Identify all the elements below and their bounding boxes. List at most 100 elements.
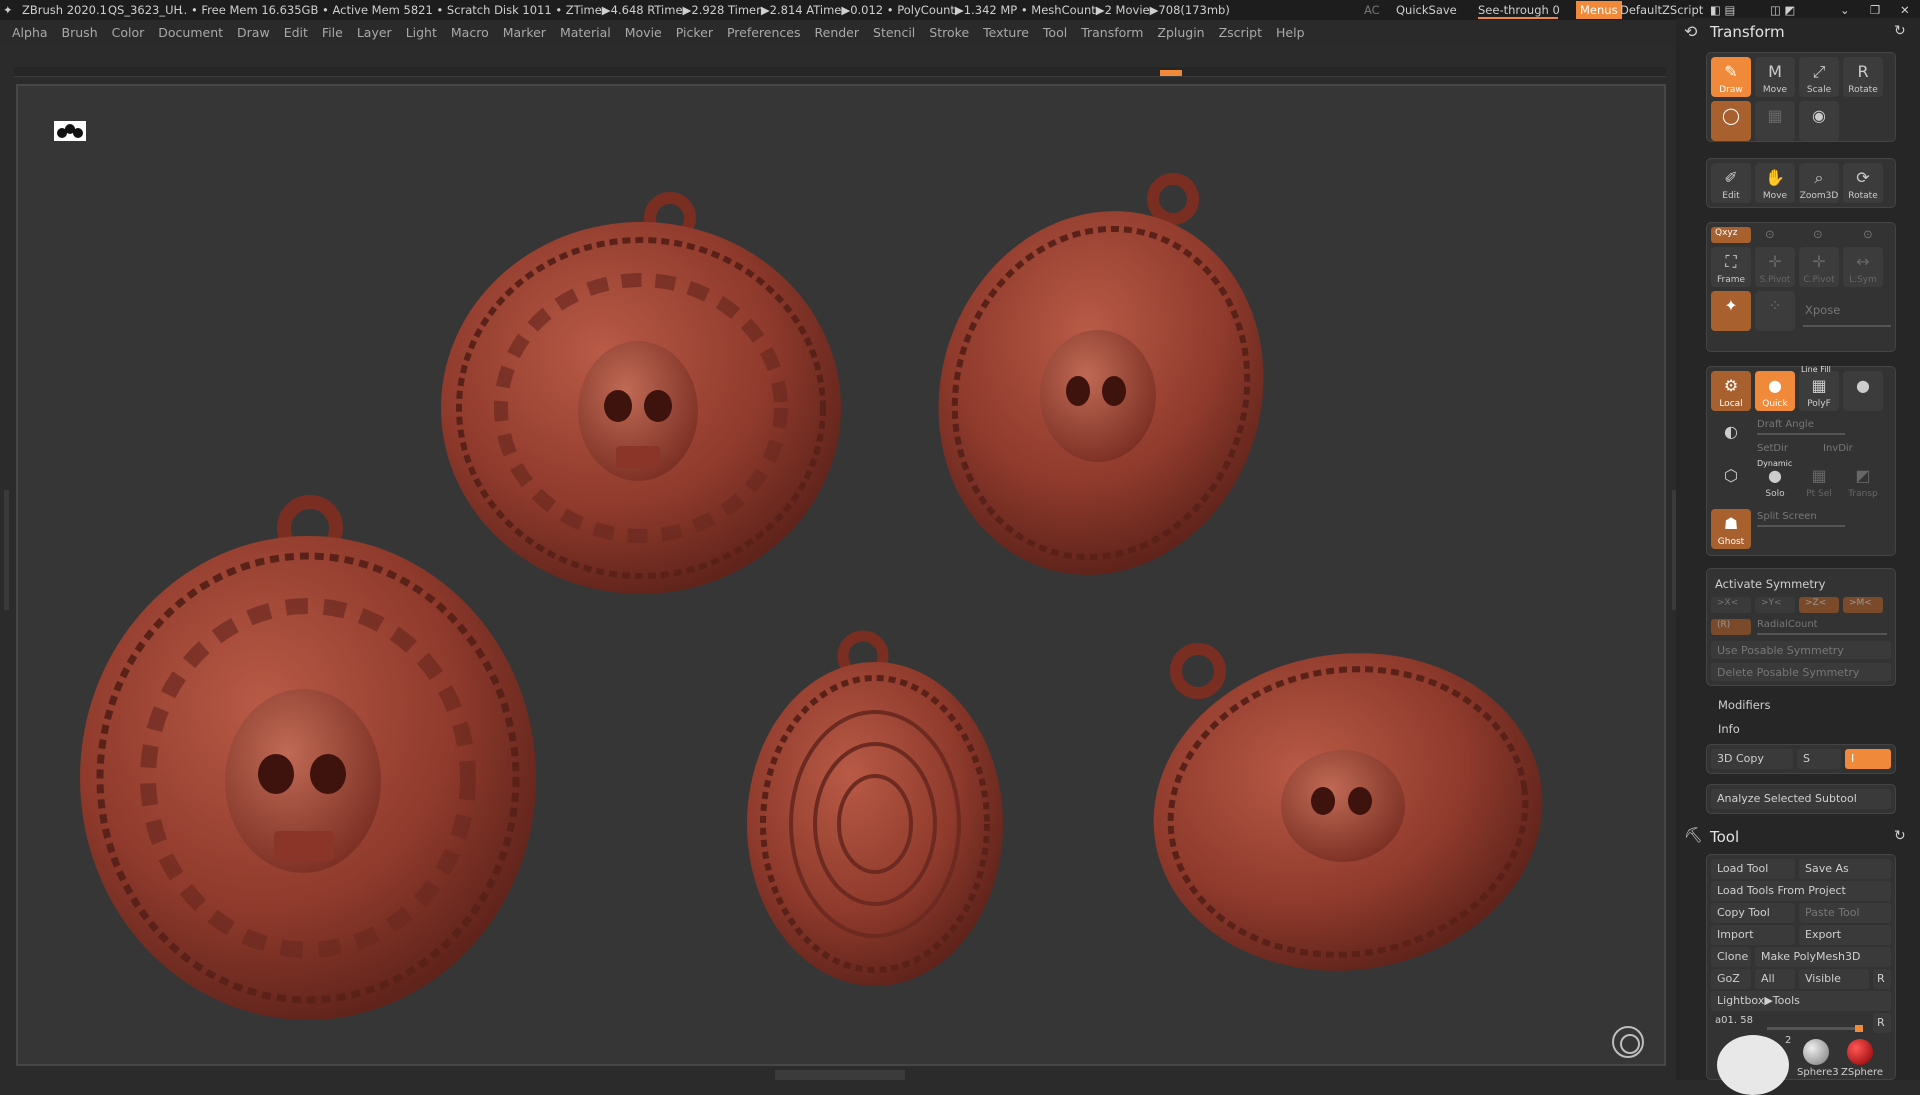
menu-marker[interactable]: Marker	[503, 25, 546, 40]
layout-icon[interactable]: ◧ ▤	[1710, 3, 1735, 17]
move-view-button[interactable]: ✋ Move	[1755, 163, 1795, 203]
clone-button[interactable]: Clone	[1711, 947, 1751, 967]
x-sym-button[interactable]: ✦	[1711, 291, 1751, 331]
menu-alpha[interactable]: Alpha	[12, 25, 48, 40]
radialcount-slider[interactable]	[1757, 633, 1887, 635]
goz-r-button[interactable]: R	[1873, 969, 1891, 989]
setdir-button[interactable]: SetDir	[1757, 443, 1788, 454]
snapshot-camera-icon[interactable]: ◉	[1799, 101, 1839, 141]
menu-macro[interactable]: Macro	[451, 25, 489, 40]
frame-button[interactable]: ⛶ Frame	[1711, 247, 1751, 287]
local-button[interactable]: ⚙ Local	[1711, 371, 1751, 411]
sym-z-toggle[interactable]: >Z<	[1799, 597, 1839, 613]
goz-button[interactable]: GoZ	[1711, 969, 1751, 989]
left-tray-handle[interactable]	[4, 490, 9, 610]
xyz-toggle[interactable]: Qxyz	[1711, 227, 1751, 243]
xpose-slider[interactable]	[1803, 325, 1891, 327]
info-button[interactable]: Info	[1718, 722, 1740, 736]
modifiers-button[interactable]: Modifiers	[1718, 698, 1771, 712]
persp-cube-icon[interactable]: ⬡	[1711, 461, 1751, 501]
zoom3d-button[interactable]: ⌕ Zoom3D	[1799, 163, 1839, 203]
pt-sel-button[interactable]: ▦ Pt Sel	[1799, 461, 1839, 501]
pendant-top-center[interactable]	[441, 192, 841, 594]
menu-layer[interactable]: Layer	[357, 25, 392, 40]
menu-brush[interactable]: Brush	[62, 25, 98, 40]
menu-file[interactable]: File	[322, 25, 343, 40]
menu-texture[interactable]: Texture	[983, 25, 1029, 40]
s-pivot-button[interactable]: ✛ S.Pivot	[1755, 247, 1795, 287]
menu-stencil[interactable]: Stencil	[873, 25, 915, 40]
load-tools-from-project-button[interactable]: Load Tools From Project	[1711, 881, 1891, 901]
l-sym-button[interactable]: ↔ L.Sym	[1843, 247, 1883, 287]
sym-m-toggle[interactable]: >M<	[1843, 597, 1883, 613]
radial-toggle[interactable]: (R)	[1711, 619, 1751, 635]
xpose-icon[interactable]: ⁘	[1755, 291, 1795, 331]
sym-y-toggle[interactable]: >Y<	[1755, 597, 1795, 613]
rotate-mode-button[interactable]: R Rotate	[1843, 57, 1883, 97]
draw-mode-button[interactable]: ✎ Draw	[1711, 57, 1751, 97]
pendant-bottom-left[interactable]	[80, 495, 536, 1020]
ghost-button[interactable]: ☗ Ghost	[1711, 509, 1751, 549]
see-through-slider[interactable]: See-through 0	[1478, 3, 1560, 19]
pendant-bottom-right[interactable]	[1133, 628, 1563, 995]
menu-color[interactable]: Color	[112, 25, 145, 40]
analyze-selected-subtool-button[interactable]: Analyze Selected Subtool	[1711, 789, 1891, 809]
invdir-button[interactable]: InvDir	[1823, 443, 1853, 454]
save-as-button[interactable]: Save As	[1799, 859, 1891, 879]
bottom-tray-handle[interactable]	[775, 1070, 905, 1080]
tool-reset-icon[interactable]: ↻	[1894, 828, 1906, 844]
menu-help[interactable]: Help	[1276, 25, 1305, 40]
menu-document[interactable]: Document	[158, 25, 223, 40]
pendant-bottom-center[interactable]	[747, 630, 1003, 986]
copy3d-i-button[interactable]: I	[1845, 749, 1891, 769]
tool-title[interactable]: Tool	[1710, 828, 1739, 846]
delete-posable-symmetry-button[interactable]: Delete Posable Symmetry	[1711, 663, 1891, 681]
import-button[interactable]: Import	[1711, 925, 1795, 945]
menu-render[interactable]: Render	[815, 25, 860, 40]
c-pivot-button[interactable]: ✛ C.Pivot	[1799, 247, 1839, 287]
export-button[interactable]: Export	[1799, 925, 1891, 945]
window-layout-icon[interactable]: ◫ ◩	[1770, 3, 1795, 17]
material-icon[interactable]: ◯	[1711, 101, 1751, 141]
quick-button[interactable]: ● Quick	[1755, 371, 1795, 411]
split-screen-slider[interactable]	[1757, 525, 1845, 527]
menu-preferences[interactable]: Preferences	[727, 25, 801, 40]
use-posable-symmetry-button[interactable]: Use Posable Symmetry	[1711, 641, 1891, 659]
menu-movie[interactable]: Movie	[625, 25, 662, 40]
menu-stroke[interactable]: Stroke	[929, 25, 969, 40]
menus-toggle[interactable]: Menus	[1576, 1, 1622, 19]
scale-mode-button[interactable]: ⤢ Scale	[1799, 57, 1839, 97]
make-polymesh3d-button[interactable]: Make PolyMesh3D	[1755, 947, 1891, 967]
zsphere-thumbnail[interactable]	[1847, 1039, 1873, 1065]
rotate-z-icon[interactable]: ⊙	[1863, 227, 1873, 241]
restore-icon[interactable]: ❐	[1870, 3, 1880, 17]
copy3d-s-button[interactable]: S	[1797, 749, 1841, 769]
menu-zscript[interactable]: Zscript	[1219, 25, 1262, 40]
rotate-view-button[interactable]: ⟳ Rotate	[1843, 163, 1883, 203]
sym-x-toggle[interactable]: >X<	[1711, 597, 1751, 613]
paste-tool-button[interactable]: Paste Tool	[1799, 903, 1891, 923]
navigation-gizmo-icon[interactable]	[1612, 1026, 1644, 1058]
transform-reset-icon[interactable]: ↻	[1894, 23, 1906, 39]
draft-angle-slider[interactable]	[1757, 433, 1845, 435]
draft-analysis-icon[interactable]: ◐	[1711, 417, 1751, 457]
shelf-marker[interactable]	[1160, 70, 1182, 76]
menu-tool[interactable]: Tool	[1043, 25, 1067, 40]
menu-transform[interactable]: Transform	[1081, 25, 1143, 40]
menu-material[interactable]: Material	[560, 25, 611, 40]
sphere3-thumbnail[interactable]	[1803, 1039, 1829, 1065]
activate-symmetry-button[interactable]: Activate Symmetry	[1715, 577, 1825, 591]
edit-floor-icon[interactable]: ▦	[1755, 101, 1795, 141]
pendant-top-right[interactable]	[892, 169, 1310, 618]
rotate-y-icon[interactable]: ⊙	[1813, 227, 1823, 241]
edit-button[interactable]: ✐ Edit	[1711, 163, 1751, 203]
current-tool-slider[interactable]	[1767, 1025, 1863, 1032]
copy-tool-button[interactable]: Copy Tool	[1711, 903, 1795, 923]
transform-title[interactable]: Transform	[1710, 23, 1785, 41]
quicksave-button[interactable]: QuickSave	[1396, 3, 1457, 17]
polyf-button[interactable]: ▦ PolyF	[1799, 371, 1839, 411]
menu-picker[interactable]: Picker	[676, 25, 713, 40]
sphere-material-icon[interactable]: ●	[1843, 371, 1883, 411]
canvas-viewport[interactable]	[16, 84, 1666, 1066]
goz-visible-button[interactable]: Visible	[1799, 969, 1869, 989]
